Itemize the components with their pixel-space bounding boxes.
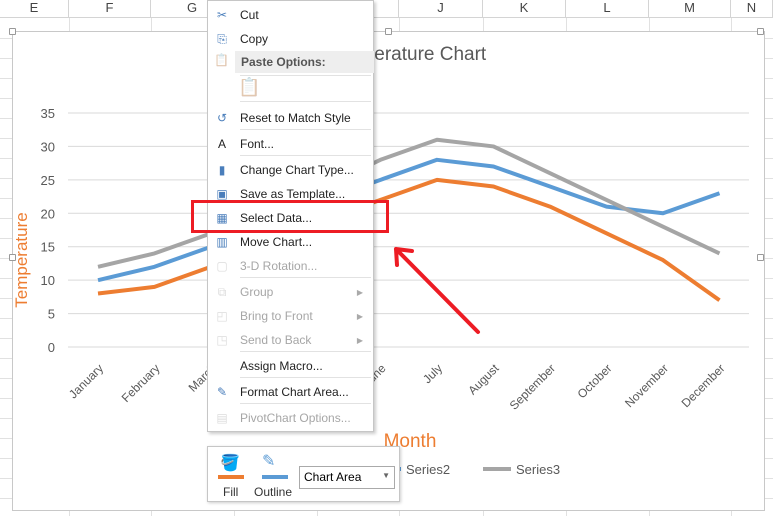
- menu-item-label: Move Chart...: [240, 235, 313, 249]
- x-tick-label: November: [622, 361, 671, 410]
- menu-item-label: Bring to Front: [240, 309, 313, 323]
- fill-label: Fill: [223, 485, 239, 499]
- menu-item-move-chart[interactable]: ▥ Move Chart...: [208, 230, 373, 254]
- column-headers: EFGHIJKLMN: [0, 0, 773, 18]
- menu-item-reset-to-match-style[interactable]: ↺ Reset to Match Style: [208, 106, 373, 130]
- menu-item-cut[interactable]: ✂ Cut: [208, 3, 373, 27]
- chart-type-icon: ▮: [218, 163, 226, 177]
- dropdown-arrow-icon: ▼: [382, 471, 390, 480]
- y-tick-label: 5: [48, 307, 55, 322]
- resize-handle[interactable]: [9, 254, 16, 261]
- menu-item-change-chart-type[interactable]: ▮ Change Chart Type...: [208, 158, 373, 182]
- menu-item-bring-to-front[interactable]: ◰ Bring to Front ▶: [208, 304, 373, 328]
- menu-item-label: Cut: [240, 8, 259, 22]
- y-tick-label: 10: [41, 273, 55, 288]
- legend-label: Series3: [516, 462, 560, 477]
- x-tick-label: September: [507, 361, 558, 412]
- menu-item-label: Save as Template...: [240, 187, 346, 201]
- menu-item-label: Font...: [240, 137, 275, 151]
- y-tick-label: 20: [41, 206, 55, 221]
- menu-item-label: PivotChart Options...: [240, 411, 351, 425]
- menu-item-3-d-rotation[interactable]: ▢ 3-D Rotation...: [208, 254, 373, 278]
- menu-item-pivotchart-options[interactable]: ▤ PivotChart Options...: [208, 406, 373, 430]
- menu-item-copy[interactable]: ⎘ Copy: [208, 27, 373, 51]
- red-arrow-annotation: [394, 247, 480, 334]
- chart-element-selector[interactable]: Chart Area ▼: [299, 466, 395, 489]
- x-tick-label: January: [66, 361, 106, 401]
- paste-option-button[interactable]: 📋: [238, 77, 260, 98]
- send-back-icon: ◳: [216, 333, 228, 347]
- legend-label: Series2: [406, 462, 450, 477]
- column-header-l[interactable]: L: [566, 0, 649, 18]
- menu-item-label: 3-D Rotation...: [240, 259, 318, 273]
- group-icon: ⧉: [217, 284, 227, 299]
- paste-options-header: Paste Options:: [235, 51, 374, 73]
- menu-item-label: Format Chart Area...: [240, 385, 349, 399]
- menu-item-format-chart-area[interactable]: ✎ Format Chart Area...: [208, 380, 373, 404]
- x-tick-label: February: [119, 361, 163, 405]
- y-tick-label: 0: [48, 340, 55, 355]
- menu-item-label: Reset to Match Style: [240, 111, 351, 125]
- pivot-icon: ▤: [216, 411, 228, 425]
- format-icon: ✎: [216, 385, 228, 399]
- outline-button[interactable]: ✎ Outline: [254, 451, 298, 499]
- menu-item-group[interactable]: ⧉ Group ▶: [208, 280, 373, 304]
- outline-label: Outline: [254, 485, 293, 499]
- menu-separator: [240, 75, 371, 76]
- fill-button[interactable]: 🪣 Fill: [216, 451, 252, 499]
- column-header-m[interactable]: M: [649, 0, 731, 18]
- paint-bucket-icon: 🪣: [220, 455, 240, 472]
- x-tick-label: December: [679, 361, 728, 410]
- submenu-arrow-icon: ▶: [356, 335, 363, 345]
- resize-handle[interactable]: [757, 28, 764, 35]
- resize-handle[interactable]: [385, 28, 392, 35]
- y-tick-label: 15: [41, 240, 55, 255]
- y-tick-label: 25: [41, 173, 55, 188]
- pencil-icon: ✎: [262, 453, 276, 470]
- column-header-e[interactable]: E: [0, 0, 69, 18]
- reset-style-icon: ↺: [216, 111, 228, 125]
- y-tick-label: 35: [41, 106, 55, 121]
- bring-front-icon: ◰: [216, 309, 228, 323]
- scissors-icon: ✂: [216, 8, 228, 22]
- menu-item-label: Send to Back: [240, 333, 312, 347]
- rotation-icon: ▢: [216, 259, 228, 273]
- copy-icon: ⎘: [217, 31, 227, 46]
- menu-separator: [240, 101, 371, 102]
- x-tick-label: July: [420, 361, 445, 386]
- column-header-j[interactable]: J: [399, 0, 483, 18]
- paste-icon: 📋: [214, 53, 229, 67]
- submenu-arrow-icon: ▶: [356, 311, 363, 321]
- x-tick-label: August: [465, 361, 502, 398]
- column-header-f[interactable]: F: [69, 0, 151, 18]
- column-header-n[interactable]: N: [731, 0, 773, 18]
- menu-item-label: Group: [240, 285, 274, 299]
- fill-color-swatch: [218, 475, 244, 479]
- menu-item-assign-macro[interactable]: Assign Macro...: [208, 354, 373, 378]
- submenu-arrow-icon: ▶: [356, 287, 363, 297]
- menu-item-label: Copy: [240, 32, 269, 46]
- menu-item-send-to-back[interactable]: ◳ Send to Back ▶: [208, 328, 373, 352]
- menu-item-font[interactable]: A Font...: [208, 132, 373, 156]
- move-chart-icon: ▥: [216, 235, 228, 249]
- resize-handle[interactable]: [757, 254, 764, 261]
- menu-item-label: Change Chart Type...: [240, 163, 354, 177]
- column-header-k[interactable]: K: [483, 0, 566, 18]
- x-tick-label: October: [575, 361, 615, 401]
- y-tick-label: 30: [41, 139, 55, 154]
- font-icon: A: [217, 137, 226, 151]
- save-template-icon: ▣: [216, 187, 228, 201]
- resize-handle[interactable]: [9, 28, 16, 35]
- mini-toolbar: 🪣 Fill ✎ Outline Chart Area ▼: [207, 446, 400, 502]
- highlight-box: [191, 200, 389, 233]
- outline-color-swatch: [262, 475, 288, 479]
- menu-item-label: Assign Macro...: [240, 359, 323, 373]
